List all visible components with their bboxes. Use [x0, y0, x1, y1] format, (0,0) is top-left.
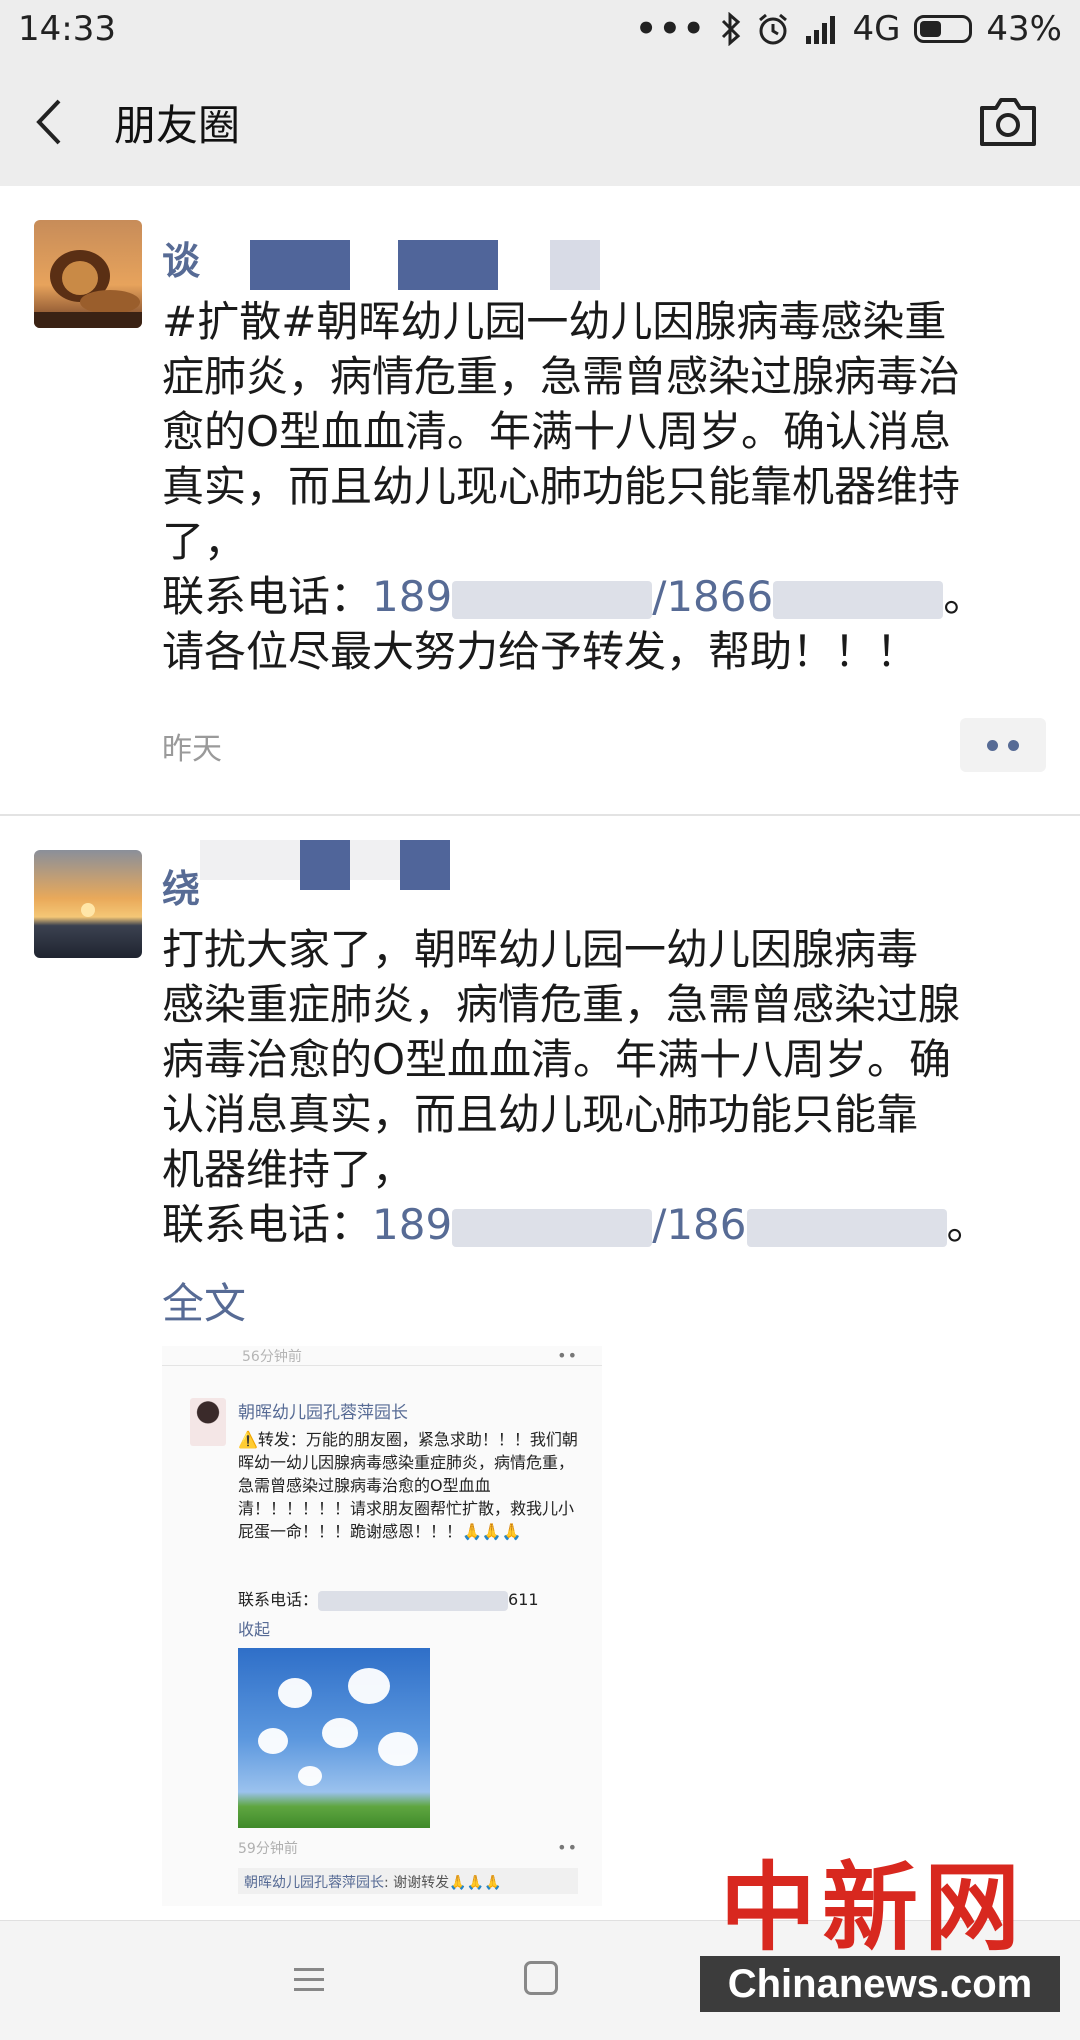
avatar[interactable]: [34, 850, 142, 958]
screenshot-collapse-link: 收起: [238, 1620, 271, 1639]
phone-link[interactable]: 189/186: [372, 1200, 947, 1249]
menu-icon[interactable]: [292, 1965, 326, 1995]
post-line: 打扰大家了，朝晖幼儿园一幼儿因腺病毒: [162, 925, 919, 974]
censor-block: [400, 840, 450, 890]
phone-end: 。: [946, 1200, 989, 1249]
censor-block: [250, 240, 350, 290]
screenshot-text: ⚠️转发：万能的朋友圈，紧急求助！！！我们朝晖幼一幼儿因腺病毒感染重症肺炎，病情…: [238, 1430, 578, 1541]
screenshot-top-strip: 56分钟前 ••: [162, 1346, 602, 1366]
watermark-english: Chinanews.com: [700, 1956, 1060, 2012]
status-time: 14:33: [18, 9, 116, 49]
screenshot-more-dots: ••: [557, 1838, 578, 1857]
contact-line: 联系电话：189/1866。: [162, 569, 1042, 624]
alarm-icon: [759, 13, 788, 45]
battery-level: 43%: [986, 9, 1062, 49]
screenshot-heart-clouds-image: [238, 1648, 430, 1828]
post-image-screenshot[interactable]: 56分钟前 •• 朝晖幼儿园孔蓉萍园长 ⚠️转发：万能的朋友圈，紧急求助！！！我…: [162, 1346, 602, 1906]
post-line: 症肺炎，病情危重，急需曾感染过腺病毒治: [162, 352, 961, 401]
more-actions-button[interactable]: [960, 718, 1046, 772]
post-nickname[interactable]: 谈: [162, 230, 200, 285]
post-body: 打扰大家了，朝晖幼儿园一幼儿因腺病毒 感染重症肺炎，病情危重，急需曾感染过腺 病…: [162, 922, 1042, 1252]
status-bar: 14:33 ••• 4G 43%: [0, 0, 1080, 58]
contact-line: 联系电话：189/186。: [162, 1197, 1042, 1252]
post-line: #扩散#朝晖幼儿园一幼儿因腺病毒感染重: [162, 297, 947, 346]
screenshot-time: 59分钟前: [238, 1841, 298, 1857]
post-line: 愈的O型血血清。年满十八周岁。确认消息: [162, 407, 952, 456]
post-nickname[interactable]: 绕: [162, 858, 200, 913]
chinanews-watermark: 中新网 Chinanews.com: [700, 1830, 1080, 2040]
post-line: 机器维持了，: [162, 1145, 415, 1194]
divider: [0, 814, 1080, 816]
censor-block: [550, 240, 600, 290]
post-body: #扩散#朝晖幼儿园一幼儿因腺病毒感染重 症肺炎，病情危重，急需曾感染过腺病毒治 …: [162, 294, 1042, 679]
post-line: 感染重症肺炎，病情危重，急需曾感染过腺: [162, 980, 961, 1029]
screenshot-comment: 朝晖幼儿园孔蓉萍园长: 谢谢转发🙏🙏🙏: [238, 1868, 578, 1894]
screenshot-avatar: [190, 1398, 226, 1446]
post-line: 真实，而且幼儿现心肺功能只能靠机器维持: [162, 462, 961, 511]
status-icons: ••• 4G 43%: [635, 9, 1062, 49]
screenshot-more-dots: ••: [557, 1346, 578, 1365]
post-line: 病毒治愈的O型血血清。年满十八周岁。确: [162, 1035, 952, 1084]
watermark-chinese: 中新网: [720, 1851, 1026, 1964]
signal-icon: [806, 16, 836, 44]
phone-end: 。: [943, 572, 986, 621]
phone-link[interactable]: 189/1866: [372, 572, 944, 621]
back-arrow-icon[interactable]: [30, 92, 70, 152]
bluetooth-icon: [722, 12, 741, 46]
home-icon[interactable]: [524, 1961, 558, 1995]
post-line: 了，: [162, 517, 247, 566]
post-line: 认消息真实，而且幼儿现心肺功能只能靠: [162, 1090, 919, 1139]
status-dots: •••: [635, 9, 707, 49]
page-title: 朋友圈: [114, 100, 241, 150]
phone-label: 联系电话：: [162, 1200, 373, 1249]
post-time: 昨天: [162, 732, 222, 767]
screenshot-phone: 联系电话： 611: [238, 1590, 539, 1611]
battery-icon: [914, 15, 973, 43]
avatar[interactable]: [34, 220, 142, 328]
censor-block: [398, 240, 498, 290]
phone-label: 联系电话：: [162, 572, 373, 621]
post-line: 请各位尽最大努力给予转发，帮助！！！: [162, 627, 919, 676]
camera-icon[interactable]: [976, 92, 1040, 152]
full-text-link[interactable]: 全文: [162, 1270, 246, 1331]
censor-block: [300, 840, 350, 890]
nav-bar: 朋友圈: [0, 58, 1080, 186]
screenshot-nickname: 朝晖幼儿园孔蓉萍园长: [238, 1403, 408, 1423]
screenshot-top-time: 56分钟前: [242, 1349, 302, 1365]
network-type: 4G: [852, 9, 901, 49]
